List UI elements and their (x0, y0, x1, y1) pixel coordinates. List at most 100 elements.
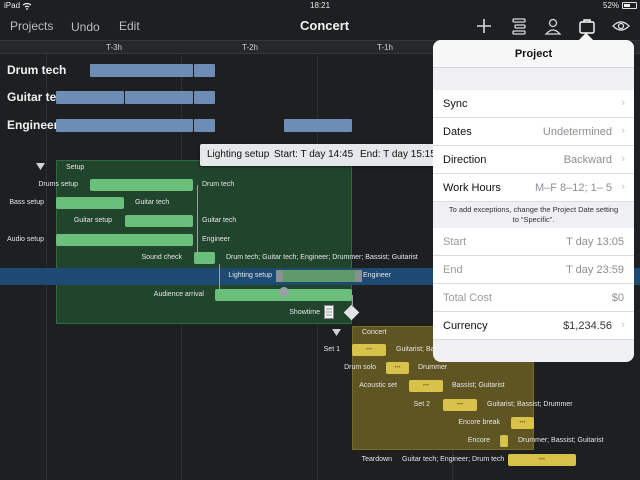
task-bar[interactable] (56, 197, 124, 209)
task-bar[interactable]: ••• (511, 417, 534, 429)
task-bar[interactable] (90, 179, 193, 191)
tooltip-end: End: T day 15:15 (360, 149, 436, 160)
task-name: Encore break (458, 419, 500, 426)
row-value: $0 (611, 292, 624, 304)
resource-bar[interactable] (125, 91, 193, 104)
tick-label: T-3h (106, 43, 123, 52)
eye-icon[interactable] (611, 16, 631, 36)
resource-name: Engineer (7, 118, 59, 132)
row-value: Backward (563, 154, 612, 166)
work-hours-row[interactable]: Work Hours M–F 8–12; 1– 5 › (433, 174, 634, 202)
row-value: $1,234.56 (563, 320, 612, 332)
battery-percent: 52% (603, 1, 620, 10)
task-name: Showtime (289, 309, 320, 316)
task-name: Lighting setup (228, 272, 272, 279)
task-name: Sound check (141, 254, 182, 261)
resource-bar[interactable] (56, 91, 124, 104)
row-label: Dates (443, 126, 472, 138)
popover-header: Project (433, 40, 634, 68)
status-bar: iPad 18:21 52% (0, 0, 640, 12)
battery-icon (622, 2, 637, 9)
popover-title: Project (514, 48, 553, 60)
person-icon[interactable] (543, 16, 563, 36)
task-resources: Engineer (202, 236, 231, 243)
end-row: End T day 23:59 (433, 256, 634, 284)
resource-name: Drum tech (7, 63, 67, 77)
task-name: Drum solo (344, 364, 376, 371)
task-resources: Drummer (418, 364, 448, 371)
nav-bar: Projects Undo Edit Concert (0, 12, 640, 42)
sync-row[interactable]: Sync › (433, 90, 634, 118)
row-value: T day 23:59 (566, 264, 624, 276)
structure-icon[interactable] (509, 16, 529, 36)
row-value: T day 13:05 (566, 236, 624, 248)
row-label: Direction (443, 154, 487, 166)
drag-handle-left[interactable] (276, 270, 283, 282)
chevron-right-icon: › (621, 153, 625, 165)
dates-row[interactable]: Dates Undetermined › (433, 118, 634, 146)
task-bar[interactable] (194, 252, 215, 264)
task-name: Set 1 (323, 346, 340, 353)
resource-bar[interactable] (90, 64, 193, 77)
task-bar[interactable]: ••• (386, 362, 409, 374)
selected-task-bar[interactable] (276, 270, 362, 282)
task-name: Drums setup (38, 181, 78, 188)
project-title: Concert (300, 18, 350, 33)
projects-button[interactable]: Projects (10, 19, 53, 33)
resource-bar[interactable] (194, 64, 215, 77)
note-icon[interactable] (324, 305, 334, 319)
task-bar[interactable] (125, 215, 193, 227)
row-value: Undetermined (542, 126, 612, 138)
task-name: Set 2 (413, 401, 430, 408)
task-resources: Drum tech; Guitar tech; Engineer; Drumme… (226, 254, 418, 261)
tooltip-title: Lighting setup (207, 149, 270, 160)
task-bar[interactable]: ••• (409, 380, 443, 392)
footnote: To add exceptions, change the Project Da… (448, 205, 619, 224)
row-label: Start (443, 236, 467, 248)
task-name: Bass setup (9, 199, 44, 206)
task-resources: Bassist; Guitarist (452, 382, 505, 389)
task-resources: Guitar tech; Engineer; Drum tech (402, 456, 505, 463)
task-resources: Guitar tech (135, 199, 170, 206)
edit-button[interactable]: Edit (119, 19, 140, 33)
task-bar[interactable]: ••• (443, 399, 477, 411)
row-label: Sync (443, 98, 468, 110)
task-resources: Drummer; Bassist; Guitarist (518, 437, 604, 444)
link-handle[interactable] (279, 287, 289, 297)
project-popover: Project Sync › Dates Undetermined › Dire… (433, 40, 634, 362)
collapse-triangle-icon[interactable] (332, 329, 341, 337)
task-bar[interactable] (56, 234, 193, 246)
task-resources: Drum tech (202, 181, 235, 188)
task-bar[interactable]: ••• (508, 454, 576, 466)
drag-handle-right[interactable] (355, 270, 362, 282)
chevron-right-icon: › (621, 97, 625, 109)
task-resources: Guitarist; Bassist; Drummer (487, 401, 573, 408)
task-name: Encore (467, 437, 490, 444)
row-label: Currency (443, 320, 488, 332)
chevron-right-icon: › (621, 319, 625, 331)
row-label: End (443, 264, 463, 276)
collapse-triangle-icon[interactable] (36, 163, 45, 171)
task-tooltip: Lighting setup Start: T day 14:45 End: T… (200, 144, 450, 166)
resource-bar[interactable] (284, 119, 352, 132)
row-value: M–F 8–12; 1– 5 (534, 182, 612, 194)
undo-button[interactable]: Undo (71, 20, 100, 34)
task-resources: Guitar tech (202, 217, 237, 224)
row-label: Work Hours (443, 182, 501, 194)
tick-label: T-2h (242, 43, 259, 52)
row-label: Total Cost (443, 292, 492, 304)
wifi-icon (22, 2, 32, 10)
device-label: iPad (4, 1, 21, 10)
task-bar[interactable]: ••• (352, 344, 386, 356)
chevron-right-icon: › (621, 181, 625, 193)
add-icon[interactable] (474, 16, 494, 36)
currency-row[interactable]: Currency $1,234.56 › (433, 312, 634, 340)
resource-bar[interactable] (194, 91, 215, 104)
resource-bar[interactable] (194, 119, 215, 132)
direction-row[interactable]: Direction Backward › (433, 146, 634, 174)
task-bar[interactable] (500, 435, 508, 447)
group-title: Concert (362, 329, 387, 336)
clock: 18:21 (310, 1, 331, 10)
task-name: Audience arrival (153, 291, 204, 298)
resource-bar[interactable] (56, 119, 193, 132)
